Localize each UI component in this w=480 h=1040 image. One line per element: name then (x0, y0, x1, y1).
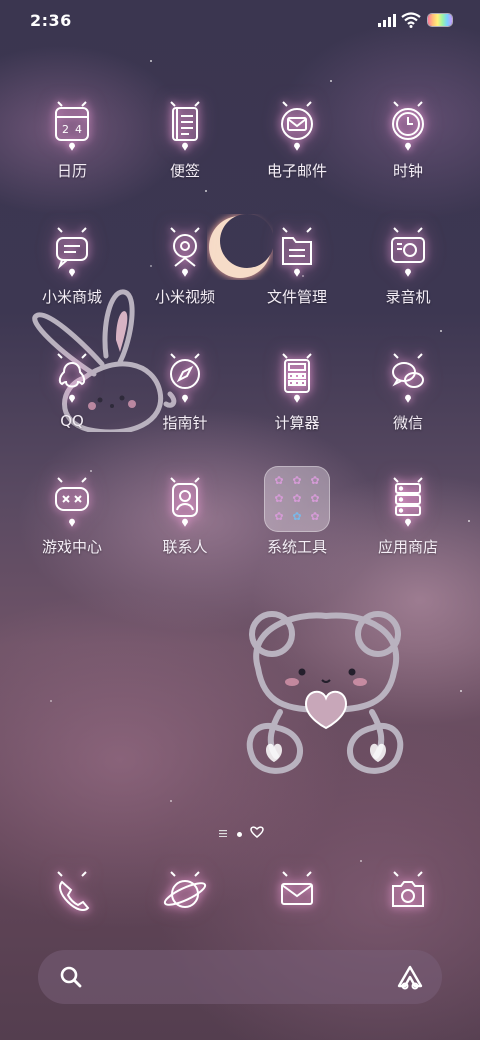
mi-store-icon (44, 222, 100, 278)
app-label: 录音机 (385, 288, 431, 306)
mi-video-icon (157, 222, 213, 278)
dock-messages[interactable] (247, 866, 347, 926)
search-icon[interactable] (58, 964, 84, 990)
app-mi-store[interactable]: 小米商城 (22, 222, 122, 332)
app-label: 计算器 (274, 414, 320, 432)
assistant-icon[interactable] (396, 964, 424, 990)
app-store-icon (380, 472, 436, 528)
signal-icon (378, 14, 396, 27)
page-indicator[interactable] (0, 824, 480, 844)
app-label: 小米视频 (154, 288, 215, 306)
dock-phone[interactable] (22, 866, 122, 926)
app-contacts[interactable]: 联系人 (135, 472, 235, 582)
app-clock[interactable]: 时钟 (358, 96, 458, 206)
app-label: 游戏中心 (41, 538, 102, 556)
calendar-icon: 2 4 (44, 96, 100, 152)
app-label: 日历 (56, 162, 87, 180)
phone-icon (44, 866, 100, 922)
app-label: 电子邮件 (266, 162, 327, 180)
contacts-icon (157, 472, 213, 528)
clock-icon (380, 96, 436, 152)
app-qq[interactable]: QQ (22, 348, 122, 458)
app-wechat[interactable]: 微信 (358, 348, 458, 458)
camera-icon (380, 866, 436, 922)
folder-preview: ✿ ✿ ✿ ✿ ✿ ✿ ✿ ✿ ✿ (264, 466, 330, 532)
notes-icon (157, 96, 213, 152)
status-bar: 2:36 (0, 0, 480, 44)
file-manager-icon (269, 222, 325, 278)
messages-icon (269, 866, 325, 922)
battery-icon (428, 14, 452, 26)
compass-icon (157, 348, 213, 404)
email-icon (269, 96, 325, 152)
calendar-icon-day-2: 4 (75, 123, 82, 136)
app-label: 指南针 (162, 414, 208, 432)
app-label: 便签 (169, 162, 200, 180)
page-list-icon (219, 830, 227, 837)
app-app-store[interactable]: 应用商店 (358, 472, 458, 582)
app-label: 系统工具 (266, 538, 327, 556)
recorder-icon (380, 222, 436, 278)
heart-icon (250, 826, 264, 838)
app-label: QQ (60, 412, 84, 430)
app-label: 小米商城 (41, 288, 102, 306)
app-calendar[interactable]: 2 4 日历 (22, 96, 122, 206)
calculator-icon (269, 348, 325, 404)
dock-camera[interactable] (358, 866, 458, 926)
game-center-icon (44, 472, 100, 528)
app-folder-system-tools[interactable]: ✿ ✿ ✿ ✿ ✿ ✿ ✿ ✿ ✿ 系统工具 (247, 466, 347, 582)
app-file-manager[interactable]: 文件管理 (247, 222, 347, 332)
page-dot (237, 832, 242, 837)
bear-doodle (246, 611, 404, 774)
search-bar[interactable] (38, 950, 442, 1004)
app-label: 应用商店 (377, 538, 438, 556)
app-recorder[interactable]: 录音机 (358, 222, 458, 332)
qq-icon (44, 348, 100, 404)
calendar-icon-day-1: 2 (62, 123, 69, 136)
folder-icon: ✿ ✿ ✿ ✿ ✿ ✿ ✿ ✿ ✿ (264, 466, 330, 532)
app-notes[interactable]: 便签 (135, 96, 235, 206)
wechat-icon (380, 348, 436, 404)
app-label: 文件管理 (266, 288, 327, 306)
app-compass[interactable]: 指南针 (135, 348, 235, 458)
app-email[interactable]: 电子邮件 (247, 96, 347, 206)
app-game-center[interactable]: 游戏中心 (22, 472, 122, 582)
app-mi-video[interactable]: 小米视频 (135, 222, 235, 332)
app-calculator[interactable]: 计算器 (247, 348, 347, 458)
app-label: 时钟 (392, 162, 423, 180)
dock-browser[interactable] (135, 866, 235, 926)
app-label: 微信 (392, 414, 423, 432)
browser-icon (157, 866, 213, 922)
app-label: 联系人 (162, 538, 208, 556)
wifi-icon (401, 12, 421, 28)
status-time: 2:36 (30, 11, 72, 30)
